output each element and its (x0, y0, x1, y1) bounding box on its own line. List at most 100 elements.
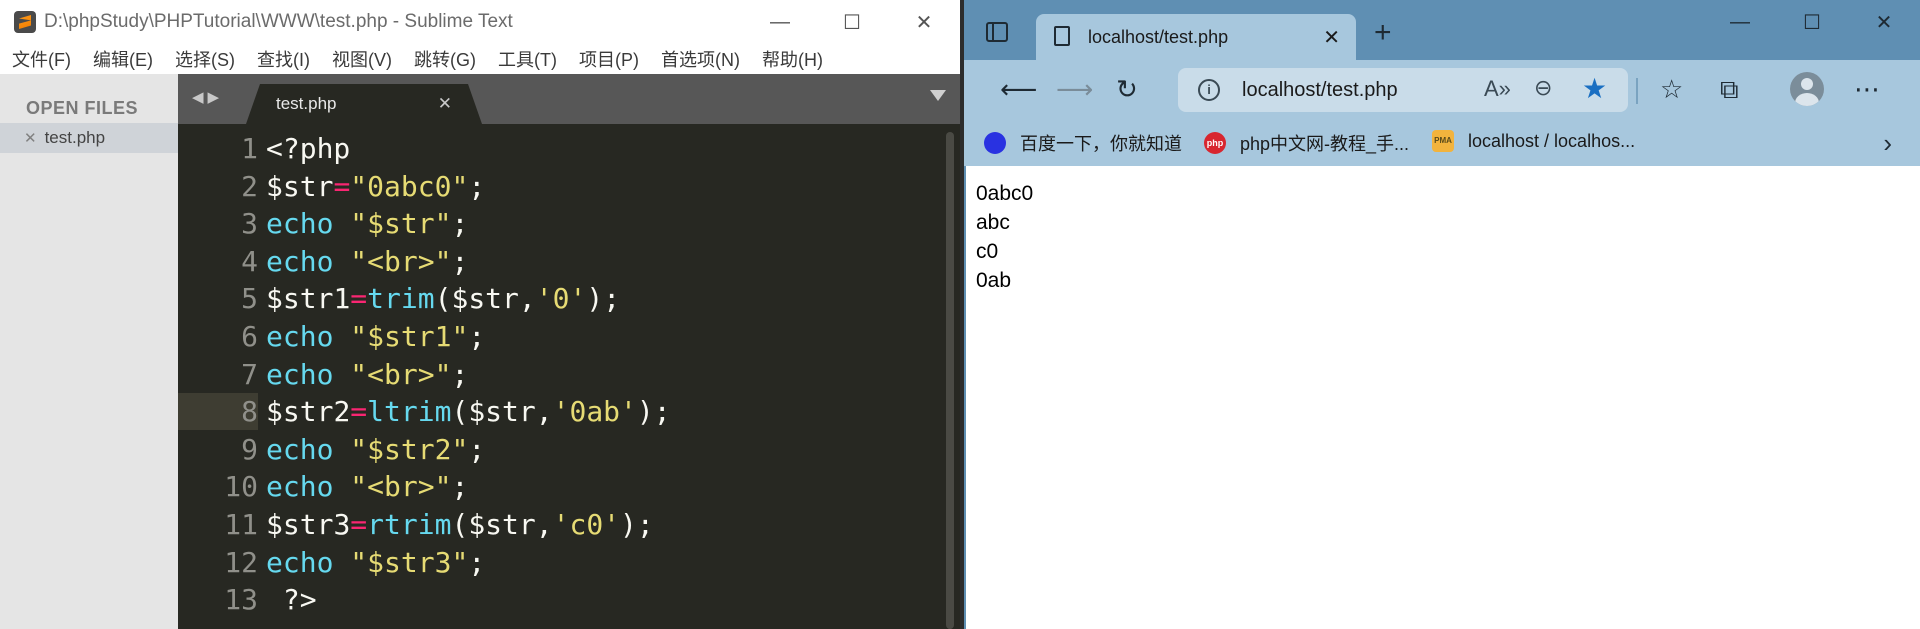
browser-minimize-icon[interactable]: — (1704, 0, 1776, 44)
sidebar-file-name: test.php (44, 128, 106, 147)
output-line: 0ab (976, 269, 1012, 292)
menu-bar: 文件(F) 编辑(E) 选择(S) 查找(I) 视图(V) 跳转(G) 工具(T… (0, 44, 960, 74)
code-line[interactable]: <?php (266, 132, 350, 165)
browser-tab[interactable]: localhost/test.php ✕ (1036, 14, 1356, 60)
line-number: 2 (241, 169, 258, 203)
line-number: 7 (241, 357, 258, 391)
tab-nav-arrows-icon[interactable]: ◀▶ (192, 88, 223, 106)
line-number: 6 (241, 320, 258, 353)
code-line[interactable]: $str3=rtrim($str,'c0'); (266, 508, 654, 541)
browser-tab-title: localhost/test.php (1088, 27, 1229, 47)
output-line: 0abc0 (976, 182, 1034, 205)
favorite-star-icon[interactable]: ★ (1582, 72, 1607, 105)
browser-tab-close-icon[interactable]: ✕ (1323, 25, 1340, 50)
menu-find[interactable]: 查找(I) (257, 46, 310, 72)
code-line[interactable]: $str2=ltrim($str,'0ab'); (266, 395, 671, 428)
site-info-icon[interactable]: i (1198, 79, 1220, 101)
menu-tools[interactable]: 工具(T) (498, 46, 557, 72)
menu-project[interactable]: 项目(P) (579, 46, 639, 72)
maximize-icon[interactable]: ☐ (816, 0, 888, 44)
code-line[interactable]: $str="0abc0"; (266, 170, 485, 203)
output-line: c0 (976, 240, 999, 263)
line-number: 1 (241, 132, 258, 165)
phpmyadmin-icon: PMA (1432, 130, 1454, 152)
new-tab-icon[interactable]: + (1374, 16, 1392, 50)
browser-toolbar: ⟵ ⟶ ↻ i localhost/test.php A» ⊖ ★ ☆ ⧉ ⋯ (964, 60, 1920, 120)
menu-help[interactable]: 帮助(H) (762, 46, 823, 72)
browser-close-icon[interactable]: ✕ (1848, 0, 1920, 44)
tab-close-icon[interactable]: ✕ (438, 94, 452, 114)
menu-preferences[interactable]: 首选项(N) (661, 46, 740, 72)
close-icon[interactable]: ✕ (888, 0, 960, 44)
line-number: 3 (241, 207, 258, 241)
menu-edit[interactable]: 编辑(E) (93, 46, 153, 72)
open-files-heading: OPEN FILES (26, 98, 139, 118)
sublime-window: D:\phpStudy\PHPTutorial\WWW\test.php - S… (0, 0, 960, 629)
favorite-php[interactable]: php php中文网-教程_手... (1204, 130, 1409, 156)
favorite-label: localhost / localhos... (1468, 130, 1636, 151)
favorite-baidu[interactable]: 百度一下，你就知道 (984, 130, 1182, 156)
favorites-bar: 百度一下，你就知道 php php中文网-教程_手... PMA localho… (964, 120, 1920, 166)
code-line[interactable]: echo "$str"; (266, 207, 468, 240)
profile-avatar[interactable] (1790, 72, 1824, 106)
address-bar[interactable]: i localhost/test.php A» ⊖ ★ (1178, 68, 1628, 112)
back-icon[interactable]: ⟵ (1000, 74, 1037, 105)
line-number: 4 (241, 244, 258, 278)
sidebar-file-item[interactable]: ✕ test.php (0, 123, 178, 153)
collections-icon[interactable]: ⧉ (1720, 74, 1739, 106)
menu-goto[interactable]: 跳转(G) (414, 46, 476, 72)
code-line[interactable]: echo "$str2"; (266, 433, 485, 466)
sublime-logo-icon (14, 11, 36, 33)
address-url[interactable]: localhost/test.php (1242, 79, 1398, 102)
code-line[interactable]: echo "$str1"; (266, 320, 485, 353)
favorite-label: 百度一下，你就知道 (1020, 134, 1182, 154)
favorites-list-icon[interactable]: ☆ (1660, 74, 1683, 105)
code-line[interactable]: echo "<br>"; (266, 245, 468, 278)
menu-view[interactable]: 视图(V) (332, 46, 392, 72)
code-editor[interactable]: 1 2 3 4 5 6 7 8 9 10 11 12 13 <?php $str="0abc0"; echo… (178, 124, 960, 629)
tab-menu-chevron-icon[interactable] (930, 90, 946, 101)
refresh-icon[interactable]: ↻ (1116, 74, 1138, 105)
line-number: 12 (224, 545, 258, 579)
browser-maximize-icon[interactable]: ☐ (1776, 0, 1848, 44)
toolbar-separator (1636, 78, 1638, 104)
php-icon: php (1204, 132, 1226, 154)
menu-selection[interactable]: 选择(S) (175, 46, 235, 72)
forward-icon[interactable]: ⟶ (1056, 74, 1093, 105)
edge-window: localhost/test.php ✕ + — ☐ ✕ ⟵ ⟶ ↻ i loc… (964, 0, 1920, 629)
output-line: abc (976, 211, 1010, 234)
favorite-label: php中文网-教程_手... (1240, 134, 1410, 154)
browser-window-controls: — ☐ ✕ (1704, 0, 1920, 44)
page-icon (1054, 26, 1070, 46)
read-aloud-icon[interactable]: A» (1484, 76, 1511, 102)
sublime-titlebar[interactable]: D:\phpStudy\PHPTutorial\WWW\test.php - S… (0, 0, 960, 44)
tab-strip: localhost/test.php ✕ + — ☐ ✕ (964, 0, 1920, 60)
line-number: 8 (241, 395, 258, 429)
line-number: 10 (224, 470, 258, 504)
tab-actions-icon[interactable] (986, 22, 1008, 42)
code-line[interactable]: ?> (266, 583, 317, 616)
favorites-more-chevron-icon[interactable]: › (1883, 128, 1892, 159)
close-file-icon[interactable]: ✕ (24, 129, 37, 147)
line-number: 5 (241, 282, 258, 316)
tab-bar: ◀▶ test.php ✕ (178, 74, 960, 124)
code-line[interactable]: echo "<br>"; (266, 470, 468, 503)
desktop: D:\phpStudy\PHPTutorial\WWW\test.php - S… (0, 0, 1920, 629)
code-line[interactable]: echo "<br>"; (266, 358, 468, 391)
page-content: 0abc0 abc c0 0ab (964, 166, 1920, 629)
menu-file[interactable]: 文件(F) (12, 46, 71, 72)
window-controls: — ☐ ✕ (744, 0, 960, 44)
more-menu-icon[interactable]: ⋯ (1854, 74, 1880, 105)
line-number: 11 (224, 508, 258, 541)
line-number: 13 (224, 583, 258, 617)
line-number: 9 (241, 432, 258, 466)
favorite-phpmyadmin[interactable]: PMA localhost / localhos... (1432, 130, 1635, 152)
editor-scrollbar[interactable] (946, 132, 954, 629)
code-line[interactable]: $str1=trim($str,'0'); (266, 282, 620, 315)
window-title: D:\phpStudy\PHPTutorial\WWW\test.php - S… (44, 11, 513, 32)
sidebar: OPEN FILES ✕ test.php (0, 74, 178, 629)
code-line[interactable]: echo "$str3"; (266, 546, 485, 579)
tab-test-php[interactable]: test.php ✕ (246, 84, 482, 124)
zoom-out-icon[interactable]: ⊖ (1534, 75, 1552, 101)
minimize-icon[interactable]: — (744, 0, 816, 44)
